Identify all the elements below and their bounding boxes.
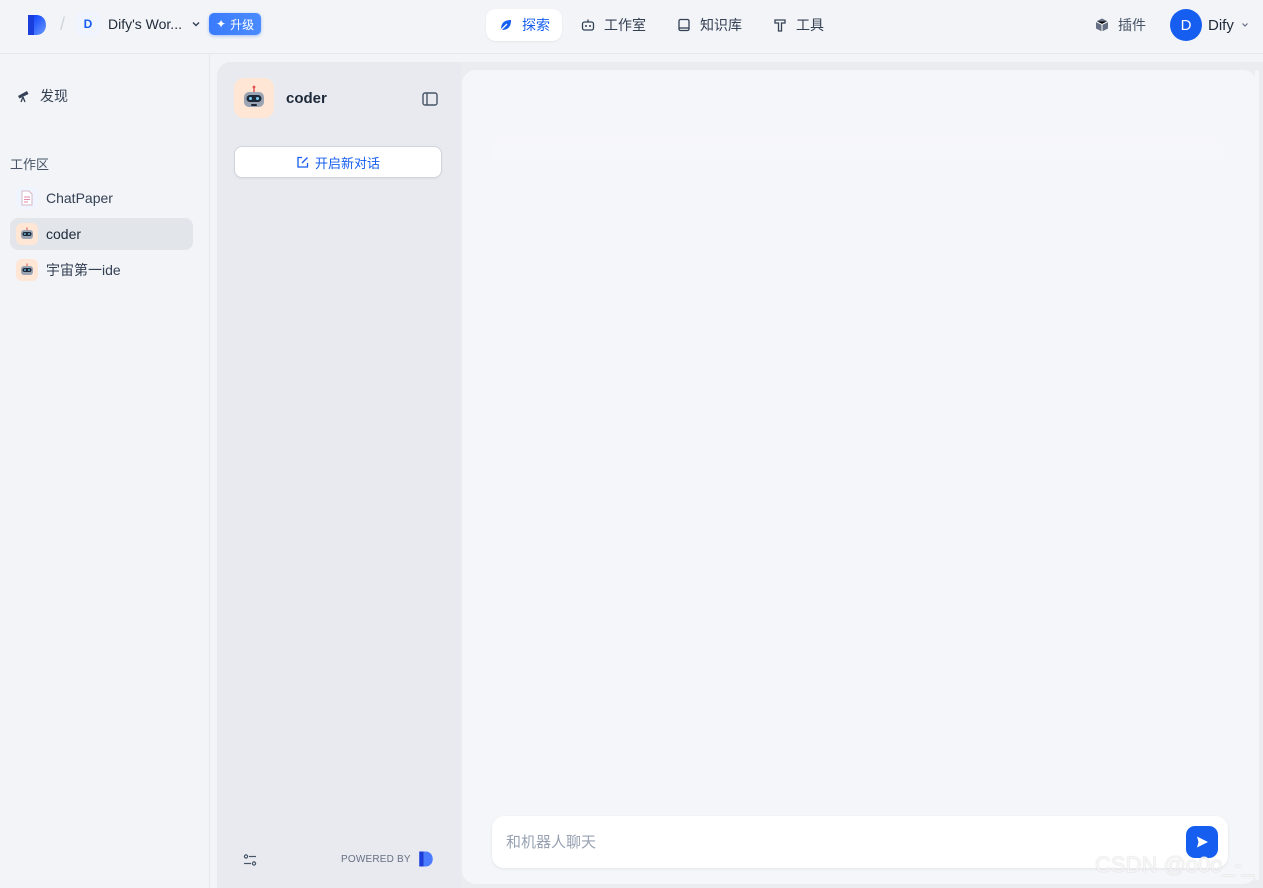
sidebar-item-label: ChatPaper — [46, 190, 113, 206]
app-main: coder 开启新对话 POWERED BY — [217, 62, 1263, 888]
avatar: D — [1170, 9, 1202, 41]
app-header: coder — [234, 78, 327, 118]
powered-by: POWERED BY — [341, 850, 435, 868]
app-list: ChatPaper coder 宇宙第一ide — [10, 182, 193, 290]
workspace-name: Dify's Wor... — [108, 16, 182, 32]
discover-label: 发现 — [40, 88, 68, 104]
robot-avatar-icon — [16, 223, 38, 245]
sparkle-icon: ✦ — [216, 17, 227, 31]
book-icon — [678, 18, 690, 32]
hammer-icon — [774, 19, 786, 32]
user-name: Dify — [1208, 16, 1234, 34]
powered-by-label: POWERED BY — [341, 853, 411, 865]
sidebar-collapse-icon[interactable] — [421, 90, 439, 108]
sidebar-item-label: coder — [46, 226, 82, 242]
robot-avatar-icon — [234, 78, 274, 118]
nav-studio-label: 工作室 — [604, 17, 646, 33]
new-chat-button[interactable]: 开启新对话 — [234, 146, 442, 178]
sidebar-item-label: 宇宙第一ide — [46, 262, 121, 278]
sidebar-item-chatpaper[interactable]: ChatPaper — [10, 182, 193, 214]
plugins-button[interactable]: 插件 — [1094, 15, 1146, 35]
telescope-icon — [18, 91, 29, 103]
nav-studio[interactable]: 工作室 — [568, 9, 658, 41]
upgrade-label: 升级 — [230, 17, 255, 32]
sidebar-item-coder[interactable]: coder — [10, 218, 193, 250]
upgrade-button[interactable]: ✦ 升级 — [209, 13, 262, 35]
main-nav: 探索 工作室 知识库 工具 — [486, 9, 836, 41]
nav-tools-label: 工具 — [796, 17, 824, 33]
nav-tools[interactable]: 工具 — [760, 9, 836, 41]
sidebar-item-discover[interactable]: 发现 — [16, 86, 68, 106]
top-header: / D Dify's Wor... ✦ 升级 探索 工作室 知识库 工具 插件 … — [0, 0, 1263, 54]
document-icon — [16, 187, 38, 209]
new-chat-label: 开启新对话 — [314, 155, 380, 171]
robot-avatar-icon — [16, 259, 38, 281]
chat-area — [462, 70, 1257, 884]
nav-knowledge[interactable]: 知识库 — [664, 9, 754, 41]
breadcrumb-separator: / — [60, 14, 66, 34]
conversation-panel: coder 开启新对话 POWERED BY — [217, 62, 461, 888]
chevron-down-icon — [192, 22, 200, 27]
robot-icon — [581, 19, 595, 31]
scrollbar[interactable] — [1255, 70, 1259, 880]
chat-input[interactable] — [506, 833, 1146, 851]
nav-knowledge-label: 知识库 — [700, 17, 742, 33]
plugins-label: 插件 — [1118, 17, 1146, 33]
workspace-section-label: 工作区 — [10, 157, 50, 172]
dify-logo-icon[interactable] — [26, 13, 48, 37]
workspace-switcher[interactable]: D Dify's Wor... — [76, 12, 202, 36]
watermark: CSDN @o0o_-_ — [1095, 852, 1255, 877]
explore-icon — [500, 20, 511, 31]
nav-explore-label: 探索 — [522, 17, 550, 33]
chevron-down-icon — [1241, 23, 1248, 27]
user-menu[interactable]: D Dify — [1170, 9, 1250, 41]
sidebar-item-universe-ide[interactable]: 宇宙第一ide — [10, 254, 193, 286]
send-icon — [1197, 836, 1208, 848]
explore-sidebar: 发现 工作区 ChatPaper coder 宇宙第一ide — [0, 54, 210, 888]
cube-icon — [1095, 18, 1109, 32]
nav-explore[interactable]: 探索 — [486, 9, 562, 41]
settings-sliders-icon[interactable] — [242, 852, 258, 868]
edit-icon — [297, 156, 309, 168]
dify-logo-icon — [419, 851, 433, 867]
workspace-avatar: D — [76, 12, 100, 36]
app-title: coder — [286, 89, 327, 107]
chat-messages — [492, 120, 1217, 160]
